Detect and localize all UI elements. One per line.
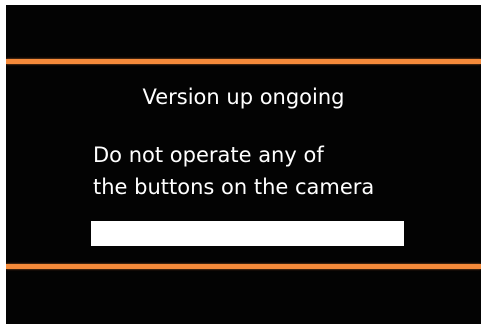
update-progress-fill xyxy=(91,221,404,246)
camera-lcd-screen: Version up ongoing Do not operate any of… xyxy=(6,5,481,324)
screenshot-frame: Version up ongoing Do not operate any of… xyxy=(0,0,487,329)
update-status-title: Version up ongoing xyxy=(142,85,345,109)
update-progress-bar xyxy=(91,221,404,246)
warning-message-line-1: Do not operate any of xyxy=(93,143,324,167)
warning-message-line-2: the buttons on the camera xyxy=(93,175,375,199)
bottom-accent-stripe xyxy=(6,264,481,269)
top-accent-stripe xyxy=(6,59,481,64)
